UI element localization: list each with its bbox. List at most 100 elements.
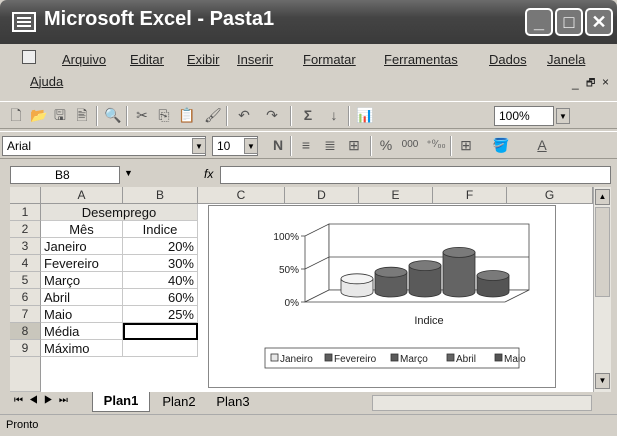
size-dropdown-icon[interactable]: ▼ [244, 138, 258, 154]
font-dropdown-icon[interactable]: ▼ [192, 138, 206, 154]
column-header-g[interactable]: G [507, 187, 593, 204]
font-name-box[interactable]: Arial [2, 136, 206, 156]
tab-plan1[interactable]: Plan1 [92, 392, 150, 412]
name-box-dropdown-icon[interactable]: ▼ [124, 168, 133, 178]
row-header[interactable]: 5 [10, 272, 41, 289]
menu-janela[interactable]: Janela [547, 52, 585, 67]
doc-restore-icon[interactable]: 🗗 [586, 76, 595, 93]
document-icon[interactable] [22, 50, 36, 64]
permission-icon[interactable]: 🖹 [74, 107, 90, 123]
zoom-box[interactable]: 100% [494, 106, 554, 126]
cell-a3[interactable]: Janeiro [41, 238, 123, 255]
save-icon[interactable]: 🖫 [52, 107, 68, 123]
autosum-icon[interactable]: Σ [300, 107, 316, 123]
copy-icon[interactable]: ⎘ [156, 107, 172, 123]
tab-navigation-icon[interactable]: ⏮◀▶⏭ [14, 395, 74, 406]
scroll-up-icon[interactable]: ▲ [595, 189, 610, 205]
doc-minimize-icon[interactable]: _ [572, 76, 579, 90]
new-icon[interactable]: 🗋 [8, 107, 24, 123]
excel-app-icon[interactable] [12, 12, 36, 32]
merged-title-cell[interactable]: Desemprego [41, 204, 198, 221]
menu-dados[interactable]: Dados [489, 52, 527, 67]
menu-ajuda[interactable]: Ajuda [30, 74, 63, 89]
window-title: Microsoft Excel - Pasta1 [44, 8, 275, 30]
cell-b4[interactable]: 30% [123, 255, 198, 272]
column-header-e[interactable]: E [359, 187, 433, 204]
cell-a4[interactable]: Fevereiro [41, 255, 123, 272]
minimize-icon[interactable]: _ [525, 8, 553, 36]
fill-color-icon[interactable]: 🪣 [492, 137, 509, 153]
cell-a9[interactable]: Máximo [41, 340, 123, 357]
merge-center-icon[interactable]: ⊞ [346, 137, 362, 153]
cell-b2[interactable]: Indice [123, 221, 198, 238]
row-header[interactable]: 9 [10, 340, 41, 357]
align-left-icon[interactable]: ≡ [298, 137, 314, 153]
menu-inserir[interactable]: Inserir [237, 52, 273, 67]
zoom-dropdown-icon[interactable]: ▼ [556, 108, 570, 124]
menu-editar[interactable]: Editar [130, 52, 164, 67]
format-painter-icon[interactable]: 🖌 [204, 107, 222, 123]
function-icon[interactable]: fx [204, 167, 213, 181]
embedded-chart[interactable]: 100% 50% 0% Indice Janeiro Fevereiro Março Abri… [208, 205, 556, 388]
cell-b9[interactable] [123, 340, 198, 357]
percent-style-button[interactable]: % [378, 137, 394, 153]
vertical-scrollbar[interactable]: ▲ ▼ [593, 187, 611, 392]
cell-b7[interactable]: 25% [123, 306, 198, 323]
increase-decimal-button[interactable]: ⁺⁰⁄₀₀ [426, 137, 446, 153]
menu-formatar[interactable]: Formatar [303, 52, 356, 67]
column-header-a[interactable]: A [41, 187, 123, 204]
tab-plan3[interactable]: Plan3 [206, 393, 260, 411]
chart-wizard-icon[interactable]: 📊 [356, 107, 373, 123]
row-header[interactable]: 4 [10, 255, 41, 272]
font-color-icon[interactable]: A [534, 137, 550, 153]
cell-b5[interactable]: 40% [123, 272, 198, 289]
select-all-corner[interactable] [10, 187, 41, 204]
scroll-down-icon[interactable]: ▼ [595, 373, 610, 389]
column-header-b[interactable]: B [123, 187, 198, 204]
undo-icon[interactable]: ↶ [236, 107, 252, 123]
borders-icon[interactable]: ⊞ [458, 137, 474, 153]
cell-b3[interactable]: 20% [123, 238, 198, 255]
cell-a2[interactable]: Mês [41, 221, 123, 238]
formula-input[interactable] [220, 166, 611, 184]
worksheet-grid[interactable]: A B C D E F G 1 2 3 4 5 6 7 8 9 Desempre… [10, 187, 593, 392]
name-box[interactable]: B8 [10, 166, 120, 184]
cell-a6[interactable]: Abril [41, 289, 123, 306]
open-icon[interactable]: 📂 [30, 107, 47, 123]
close-icon[interactable]: ✕ [585, 8, 613, 36]
print-preview-icon[interactable]: 🔍 [104, 107, 121, 123]
column-header-c[interactable]: C [198, 187, 285, 204]
cell-b8-selected[interactable] [123, 323, 198, 340]
formula-bar: B8 ▼ fx [0, 163, 617, 187]
formatting-toolbar: Arial ▼ 10 ▼ N ≡ ≣ ⊞ % 000 ⁺⁰⁄₀₀ ⊞ 🪣 A [0, 131, 617, 159]
cell-a7[interactable]: Maio [41, 306, 123, 323]
doc-close-icon[interactable]: × [602, 75, 609, 89]
menu-arquivo[interactable]: Arquivo [62, 52, 106, 67]
row-header[interactable] [10, 357, 41, 392]
row-header[interactable]: 3 [10, 238, 41, 255]
align-center-icon[interactable]: ≣ [322, 137, 338, 153]
sort-ascending-icon[interactable]: ↓ [326, 107, 342, 123]
comma-style-button[interactable]: 000 [398, 137, 422, 153]
row-header[interactable]: 6 [10, 289, 41, 306]
redo-icon[interactable]: ↷ [264, 107, 280, 123]
bold-button[interactable]: N [270, 137, 286, 153]
row-header[interactable]: 7 [10, 306, 41, 323]
cell-b6[interactable]: 60% [123, 289, 198, 306]
maximize-icon[interactable]: □ [555, 8, 583, 36]
menu-ferramentas[interactable]: Ferramentas [384, 52, 458, 67]
column-header-d[interactable]: D [285, 187, 359, 204]
scroll-thumb[interactable] [595, 207, 610, 297]
paste-icon[interactable]: 📋 [178, 107, 195, 123]
cell-a5[interactable]: Março [41, 272, 123, 289]
row-header-selected[interactable]: 8 [10, 323, 41, 340]
tab-plan2[interactable]: Plan2 [152, 393, 206, 411]
cut-icon[interactable]: ✂ [134, 107, 150, 123]
menu-exibir[interactable]: Exibir [187, 52, 220, 67]
row-header[interactable]: 2 [10, 221, 41, 238]
title-bar[interactable]: Microsoft Excel - Pasta1 _ □ ✕ [0, 0, 617, 44]
column-header-f[interactable]: F [433, 187, 507, 204]
cell-a8[interactable]: Média [41, 323, 123, 340]
row-header[interactable]: 1 [10, 204, 41, 221]
horizontal-scrollbar[interactable] [372, 395, 592, 411]
